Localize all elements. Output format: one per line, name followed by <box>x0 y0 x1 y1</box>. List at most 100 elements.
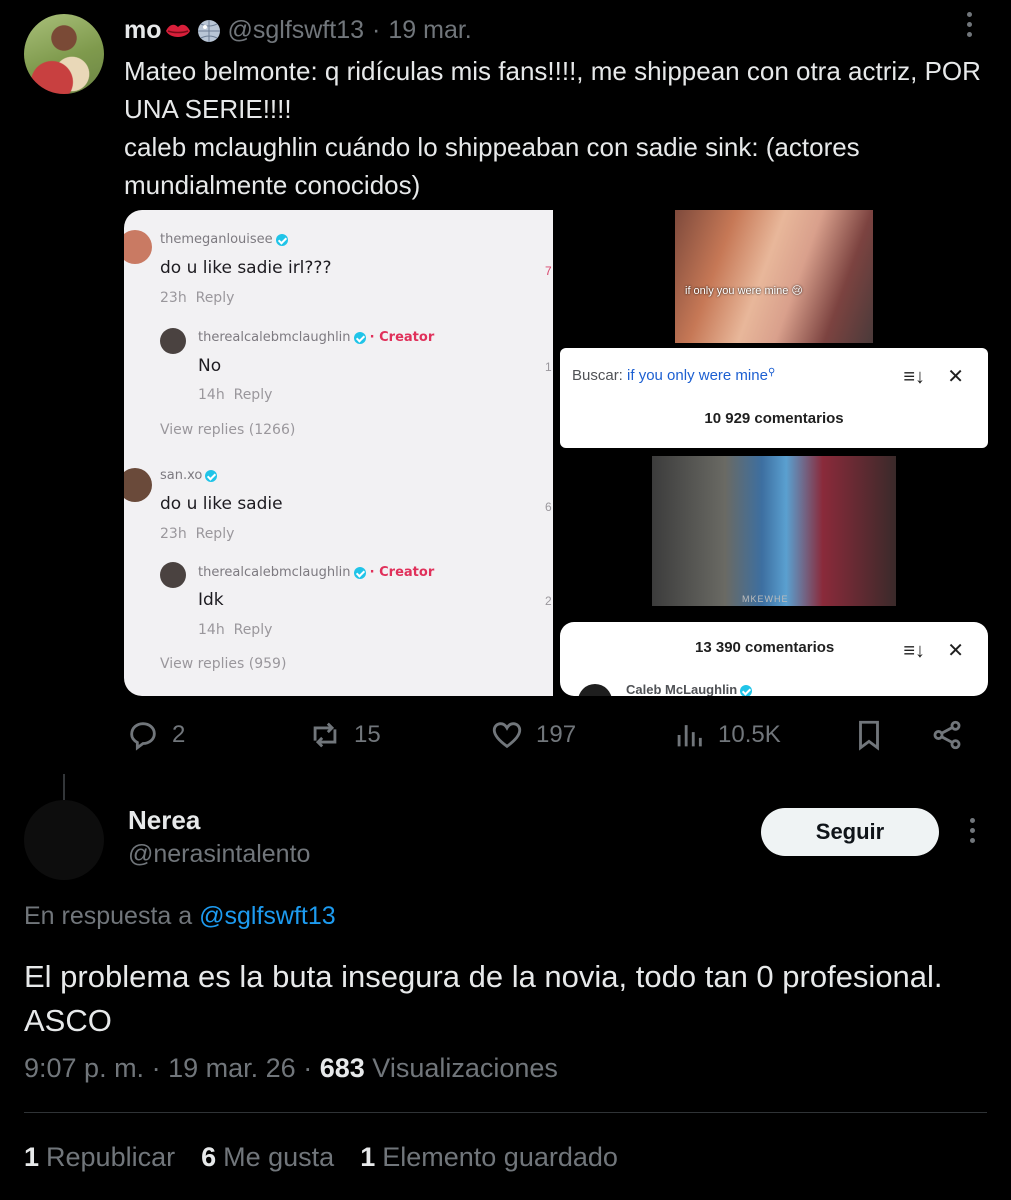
creator-badge: · Creator <box>369 330 435 345</box>
repost-icon <box>313 722 337 748</box>
comment-text: do u like sadie irl??? <box>160 258 332 278</box>
author-name[interactable]: mo <box>124 16 162 45</box>
verified-icon <box>353 566 366 579</box>
reply-author-name[interactable]: Nerea <box>128 805 200 836</box>
photo-caption: if only you were mine 😢 <box>685 285 803 297</box>
creator-avatar <box>160 562 186 588</box>
header-separator: · <box>372 16 381 44</box>
views-button[interactable]: 10.5K <box>672 718 781 752</box>
stat-reposts[interactable]: 1 Republicar <box>24 1142 175 1173</box>
reply-text: El problema es la buta insegura de la no… <box>24 959 943 1038</box>
comment-time: 23h <box>160 526 187 542</box>
verified-icon <box>205 469 218 482</box>
share-button[interactable] <box>930 718 964 752</box>
media-photo[interactable]: if only you were mine 😢 <box>675 210 873 343</box>
thread-connector <box>63 774 65 800</box>
reply-icon <box>130 722 156 751</box>
lips-emoji-icon <box>164 20 192 42</box>
comment-time: 14h <box>198 387 225 403</box>
view-replies: View replies (959) <box>160 656 287 672</box>
like-count: 197 <box>536 721 577 748</box>
comments-card[interactable]: 13 390 comentarios ≡↓ ✕ Caleb McLaughlin <box>560 622 988 696</box>
repost-button[interactable]: 15 <box>308 718 381 752</box>
media-photo[interactable]: MKEWHE <box>652 456 896 606</box>
comment-user: Caleb McLaughlin <box>626 682 738 696</box>
comment-time: 23h <box>160 290 187 306</box>
author-handle[interactable]: @sglfswft13 <box>228 16 365 45</box>
views-count: 10.5K <box>718 721 781 748</box>
card-actions: ≡↓ ✕ <box>903 364 964 389</box>
sort-icon: ≡↓ <box>903 366 925 388</box>
more-options-icon[interactable] <box>962 818 982 848</box>
comment-text: No <box>198 356 222 376</box>
reply-views-label: Visualizaciones <box>372 1053 558 1083</box>
photo-watermark: MKEWHE <box>742 594 789 604</box>
reply-author-handle[interactable]: @nerasintalento <box>128 840 310 869</box>
like-button[interactable]: 197 <box>490 718 576 752</box>
like-count: 2 <box>545 594 552 608</box>
like-count: 7 <box>545 264 552 278</box>
tweet-text-line: Mateo belmonte: q ridículas mis fans!!!!… <box>124 56 981 124</box>
tweet-header: mo @sglfswft13 · 19 mar. <box>124 16 472 45</box>
meta-separator: · <box>151 1053 161 1083</box>
stat-label: Elemento guardado <box>382 1142 618 1172</box>
follow-button[interactable]: Seguir <box>761 808 939 856</box>
card-actions: ≡↓ ✕ <box>903 638 964 663</box>
stat-label: Me gusta <box>223 1142 335 1172</box>
comment-reply: Reply <box>233 622 273 638</box>
divider <box>24 1112 987 1113</box>
search-icon: ⚲ <box>767 367 776 378</box>
search-label: Buscar: <box>572 367 623 384</box>
stat-label: Republicar <box>46 1142 176 1172</box>
comments-count: 13 390 comentarios <box>695 639 835 656</box>
reply-date[interactable]: 19 mar. 26 <box>168 1053 296 1083</box>
comment-text: Idk <box>198 590 224 610</box>
comments-count: 10 929 comentarios <box>704 410 844 427</box>
comment-user: therealcalebmclaughlin <box>198 330 351 345</box>
stat-likes[interactable]: 6 Me gusta <box>201 1142 334 1173</box>
stat-count: 1 <box>360 1142 376 1172</box>
search-card[interactable]: Buscar: if you only were mine⚲ ≡↓ ✕ 10 9… <box>560 348 988 448</box>
reply-author-avatar[interactable] <box>24 800 104 880</box>
creator-badge: · Creator <box>369 565 435 580</box>
tweet-text-line: caleb mclaughlin cuándo lo shippeaban co… <box>124 132 860 200</box>
verified-icon <box>275 233 288 246</box>
commenter-avatar <box>124 468 152 502</box>
bookmark-button[interactable] <box>852 718 886 752</box>
more-options-icon[interactable] <box>957 12 981 42</box>
verified-icon <box>353 331 366 344</box>
bookmark-icon <box>859 720 879 751</box>
like-count: 1 <box>545 360 552 374</box>
comment-user: themeganlouisee <box>160 232 273 247</box>
commenter-avatar <box>124 230 152 264</box>
reply-context: En respuesta a @sglfswft13 <box>24 902 336 931</box>
comment-reply: Reply <box>233 387 273 403</box>
reply-count: 2 <box>172 721 186 748</box>
reply-button[interactable]: 2 <box>126 718 185 752</box>
verified-icon <box>740 684 753 696</box>
comment-time: 14h <box>198 622 225 638</box>
stat-count: 6 <box>201 1142 217 1172</box>
stat-bookmarks[interactable]: 1 Elemento guardado <box>360 1142 618 1173</box>
reply-time[interactable]: 9:07 p. m. <box>24 1053 144 1083</box>
media-comments-screenshot[interactable]: themeganlouisee do u like sadie irl??? 2… <box>124 210 553 696</box>
author-avatar[interactable] <box>24 14 104 94</box>
reply-stats: 1 Republicar 6 Me gusta 1 Elemento guardado <box>24 1142 618 1173</box>
tweet-date[interactable]: 19 mar. <box>388 16 471 45</box>
disco-ball-emoji-icon <box>196 18 222 44</box>
view-replies: View replies (1266) <box>160 422 296 438</box>
tweet-text: Mateo belmonte: q ridículas mis fans!!!!… <box>124 52 984 204</box>
comment-reply: Reply <box>195 526 235 542</box>
meta-separator: · <box>303 1053 313 1083</box>
share-icon <box>933 720 961 750</box>
reply-to-link[interactable]: @sglfswft13 <box>199 902 336 930</box>
search-query: if you only were mine <box>627 367 768 384</box>
views-icon <box>677 725 702 747</box>
commenter-avatar <box>578 684 612 696</box>
stat-count: 1 <box>24 1142 40 1172</box>
creator-avatar <box>160 328 186 354</box>
close-icon: ✕ <box>947 640 964 662</box>
reply-prefix: En respuesta a <box>24 902 193 930</box>
reply-views-count: 683 <box>319 1053 365 1083</box>
like-count: 6 <box>545 500 552 514</box>
